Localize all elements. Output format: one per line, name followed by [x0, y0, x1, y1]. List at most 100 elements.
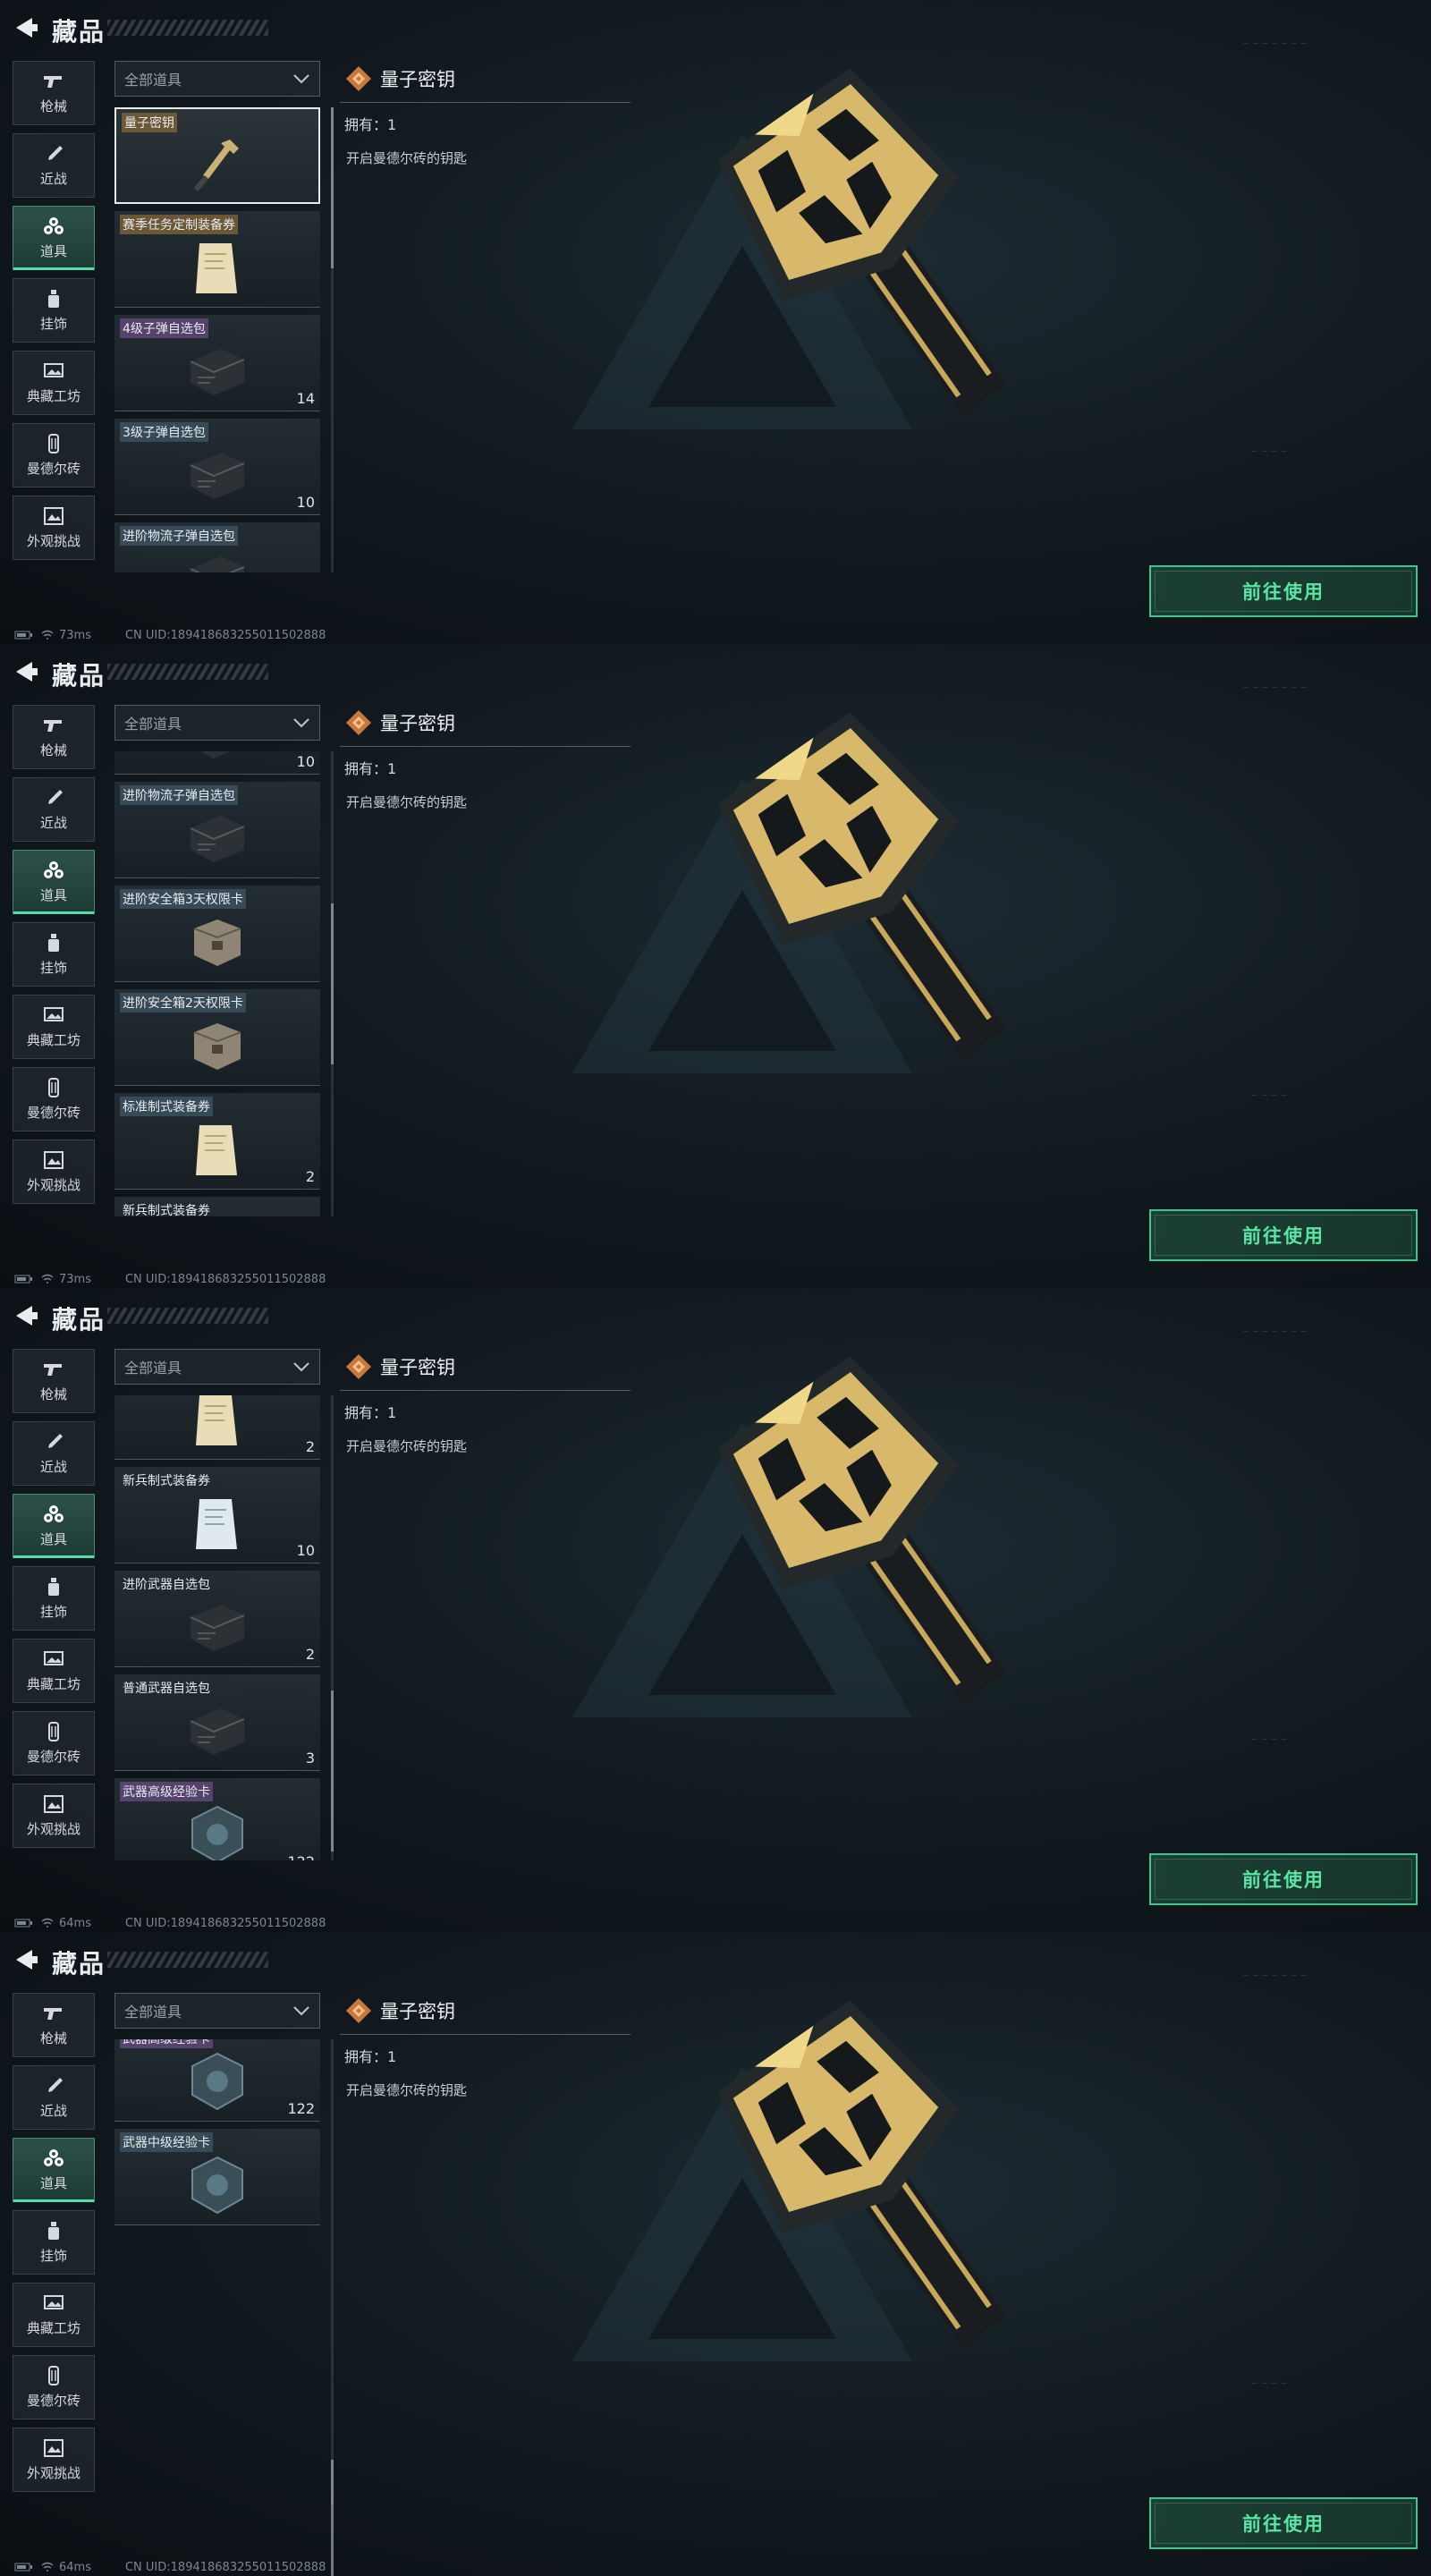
sidebar-item-props[interactable]: 道具 — [13, 850, 95, 914]
sidebar-item-appearance-challenge[interactable]: 外观挑战 — [13, 1140, 95, 1204]
collection-workshop-icon — [42, 1649, 65, 1669]
item-card[interactable]: 赛季任务定制装备券 — [114, 211, 320, 308]
item-card[interactable]: 量子密钥 — [114, 107, 320, 204]
sidebar-item-firearm[interactable]: 枪械 — [13, 1993, 95, 2057]
sidebar-item-label: 枪械 — [39, 2029, 67, 2046]
back-arrow-icon[interactable] — [13, 16, 39, 39]
sidebar-item-label: 典藏工坊 — [26, 2319, 80, 2336]
sidebar-item-firearm[interactable]: 枪械 — [13, 1349, 95, 1413]
item-thumbnail — [182, 1596, 253, 1658]
sidebar-item-firearm[interactable]: 枪械 — [13, 61, 95, 125]
chevron-down-icon — [292, 71, 310, 87]
item-list[interactable]: 量子密钥赛季任务定制装备券4级子弹自选包143级子弹自选包10 进阶物流子弹自选包… — [114, 107, 324, 572]
sidebar-item-label: 近战 — [39, 814, 67, 831]
sidebar-item-collection-workshop[interactable]: 典藏工坊 — [13, 351, 95, 415]
sidebar-item-firearm[interactable]: 枪械 — [13, 705, 95, 769]
list-scrollbar[interactable] — [331, 1395, 334, 1860]
sidebar-item-mandel-brick[interactable]: 曼德尔砖 — [13, 423, 95, 487]
sidebar-item-label: 外观挑战 — [26, 1176, 80, 1193]
sidebar: 枪械近战道具挂饰典藏工坊曼德尔砖外观挑战 — [13, 1349, 97, 1856]
scrollbar-thumb[interactable] — [331, 2460, 334, 2576]
owned-count: 拥有：1 — [344, 2048, 397, 2065]
category-filter-dropdown[interactable]: 全部道具 — [114, 1349, 320, 1385]
item-card[interactable]: 标准制式装备券2 — [114, 1093, 320, 1190]
sidebar-item-mandel-brick[interactable]: 曼德尔砖 — [13, 2355, 95, 2419]
item-card[interactable]: 武器高级经验卡 122 — [114, 2039, 320, 2122]
back-arrow-icon[interactable] — [13, 660, 39, 683]
scrollbar-thumb[interactable] — [331, 903, 334, 1064]
item-thumbnail — [182, 807, 253, 869]
sidebar-item-appearance-challenge[interactable]: 外观挑战 — [13, 1784, 95, 1848]
back-arrow-icon[interactable] — [13, 1948, 39, 1971]
item-card[interactable]: 普通武器自选包 3 — [114, 1674, 320, 1771]
sidebar-item-charm[interactable]: 挂饰 — [13, 278, 95, 343]
item-card[interactable]: 新兵制式装备券10 — [114, 1467, 320, 1563]
sidebar-item-mandel-brick[interactable]: 曼德尔砖 — [13, 1067, 95, 1131]
item-list[interactable]: 量子密钥赛季任务定制装备券4级子弹自选包143级子弹自选包10进阶物流子弹自选包… — [114, 751, 324, 1216]
sidebar-item-melee[interactable]: 近战 — [13, 1421, 95, 1486]
item-card[interactable]: 3级子弹自选包10 — [114, 751, 320, 775]
sidebar-item-label: 道具 — [39, 242, 67, 259]
filter-value: 全部道具 — [124, 716, 182, 733]
sidebar-item-label: 道具 — [39, 1530, 67, 1547]
go-use-button[interactable]: 前往使用 — [1149, 565, 1418, 617]
go-use-button[interactable]: 前往使用 — [1149, 2497, 1418, 2549]
sidebar-item-label: 外观挑战 — [26, 1820, 80, 1837]
item-card[interactable]: 3级子弹自选包10 — [114, 419, 320, 515]
sidebar-item-melee[interactable]: 近战 — [13, 2065, 95, 2130]
list-scrollbar[interactable] — [331, 2039, 334, 2576]
rarity-diamond-icon — [344, 1996, 373, 2025]
item-card[interactable]: 4级子弹自选包 14 — [114, 315, 320, 411]
props-icon — [42, 216, 65, 236]
go-use-button[interactable]: 前往使用 — [1149, 1853, 1418, 1905]
item-card[interactable]: 进阶物流子弹自选包 — [114, 522, 320, 572]
sidebar-item-props[interactable]: 道具 — [13, 2138, 95, 2202]
list-scrollbar[interactable] — [331, 107, 334, 572]
scrollbar-thumb[interactable] — [331, 1690, 334, 1852]
divider — [340, 2034, 631, 2035]
category-filter-dropdown[interactable]: 全部道具 — [114, 1993, 320, 2029]
back-arrow-icon[interactable] — [13, 1304, 39, 1327]
sidebar-item-collection-workshop[interactable]: 典藏工坊 — [13, 2283, 95, 2347]
sidebar-item-mandel-brick[interactable]: 曼德尔砖 — [13, 1711, 95, 1775]
item-list[interactable]: 量子密钥赛季任务定制装备券4级子弹自选包143级子弹自选包10进阶物流子弹自选包… — [114, 1395, 324, 1860]
sidebar-item-collection-workshop[interactable]: 典藏工坊 — [13, 995, 95, 1059]
item-card[interactable]: 新兵制式装备券10 — [114, 1197, 320, 1216]
sidebar-item-appearance-challenge[interactable]: 外观挑战 — [13, 2428, 95, 2492]
melee-icon — [42, 1432, 65, 1452]
battery-icon — [14, 2562, 34, 2572]
sidebar-item-charm[interactable]: 挂饰 — [13, 922, 95, 987]
sidebar-item-label: 枪械 — [39, 741, 67, 758]
item-card[interactable]: 进阶武器自选包 2 — [114, 1571, 320, 1667]
item-card[interactable]: 进阶物流子弹自选包 — [114, 782, 320, 878]
item-card[interactable]: 武器高级经验卡 122 — [114, 1778, 320, 1860]
sidebar-item-melee[interactable]: 近战 — [13, 133, 95, 198]
sidebar-item-charm[interactable]: 挂饰 — [13, 1566, 95, 1631]
item-count: 122 — [287, 2100, 315, 2117]
player-uid: CN UID:189418683255011502888 — [124, 1916, 326, 1930]
sidebar-item-label: 枪械 — [39, 1385, 67, 1402]
sidebar-item-melee[interactable]: 近战 — [13, 777, 95, 842]
sidebar-item-appearance-challenge[interactable]: 外观挑战 — [13, 496, 95, 560]
item-name: 武器高级经验卡 — [120, 1782, 213, 1801]
category-filter-dropdown[interactable]: 全部道具 — [114, 705, 320, 741]
scrollbar-thumb[interactable] — [331, 107, 334, 268]
filter-value: 全部道具 — [124, 72, 182, 89]
list-scrollbar[interactable] — [331, 751, 334, 1216]
item-card[interactable]: 进阶安全箱3天权限卡 — [114, 886, 320, 982]
item-list[interactable]: 量子密钥赛季任务定制装备券4级子弹自选包143级子弹自选包10进阶物流子弹自选包… — [114, 2039, 324, 2504]
sidebar-item-charm[interactable]: 挂饰 — [13, 2210, 95, 2275]
item-card[interactable]: 标准制式装备券2 — [114, 1395, 320, 1460]
item-card[interactable]: 进阶安全箱2天权限卡 — [114, 989, 320, 1086]
sidebar-item-collection-workshop[interactable]: 典藏工坊 — [13, 1639, 95, 1703]
category-filter-dropdown[interactable]: 全部道具 — [114, 61, 320, 97]
sidebar-item-props[interactable]: 道具 — [13, 206, 95, 270]
owned-count: 拥有：1 — [344, 116, 397, 133]
firearm-icon — [42, 716, 65, 735]
sidebar-item-props[interactable]: 道具 — [13, 1494, 95, 1558]
go-use-button[interactable]: 前往使用 — [1149, 1209, 1418, 1261]
item-description: 开启曼德尔砖的钥匙 — [346, 150, 468, 166]
battery-icon — [14, 1918, 34, 1928]
item-count: 2 — [305, 1438, 315, 1455]
item-card[interactable]: 武器中级经验卡 — [114, 2129, 320, 2225]
